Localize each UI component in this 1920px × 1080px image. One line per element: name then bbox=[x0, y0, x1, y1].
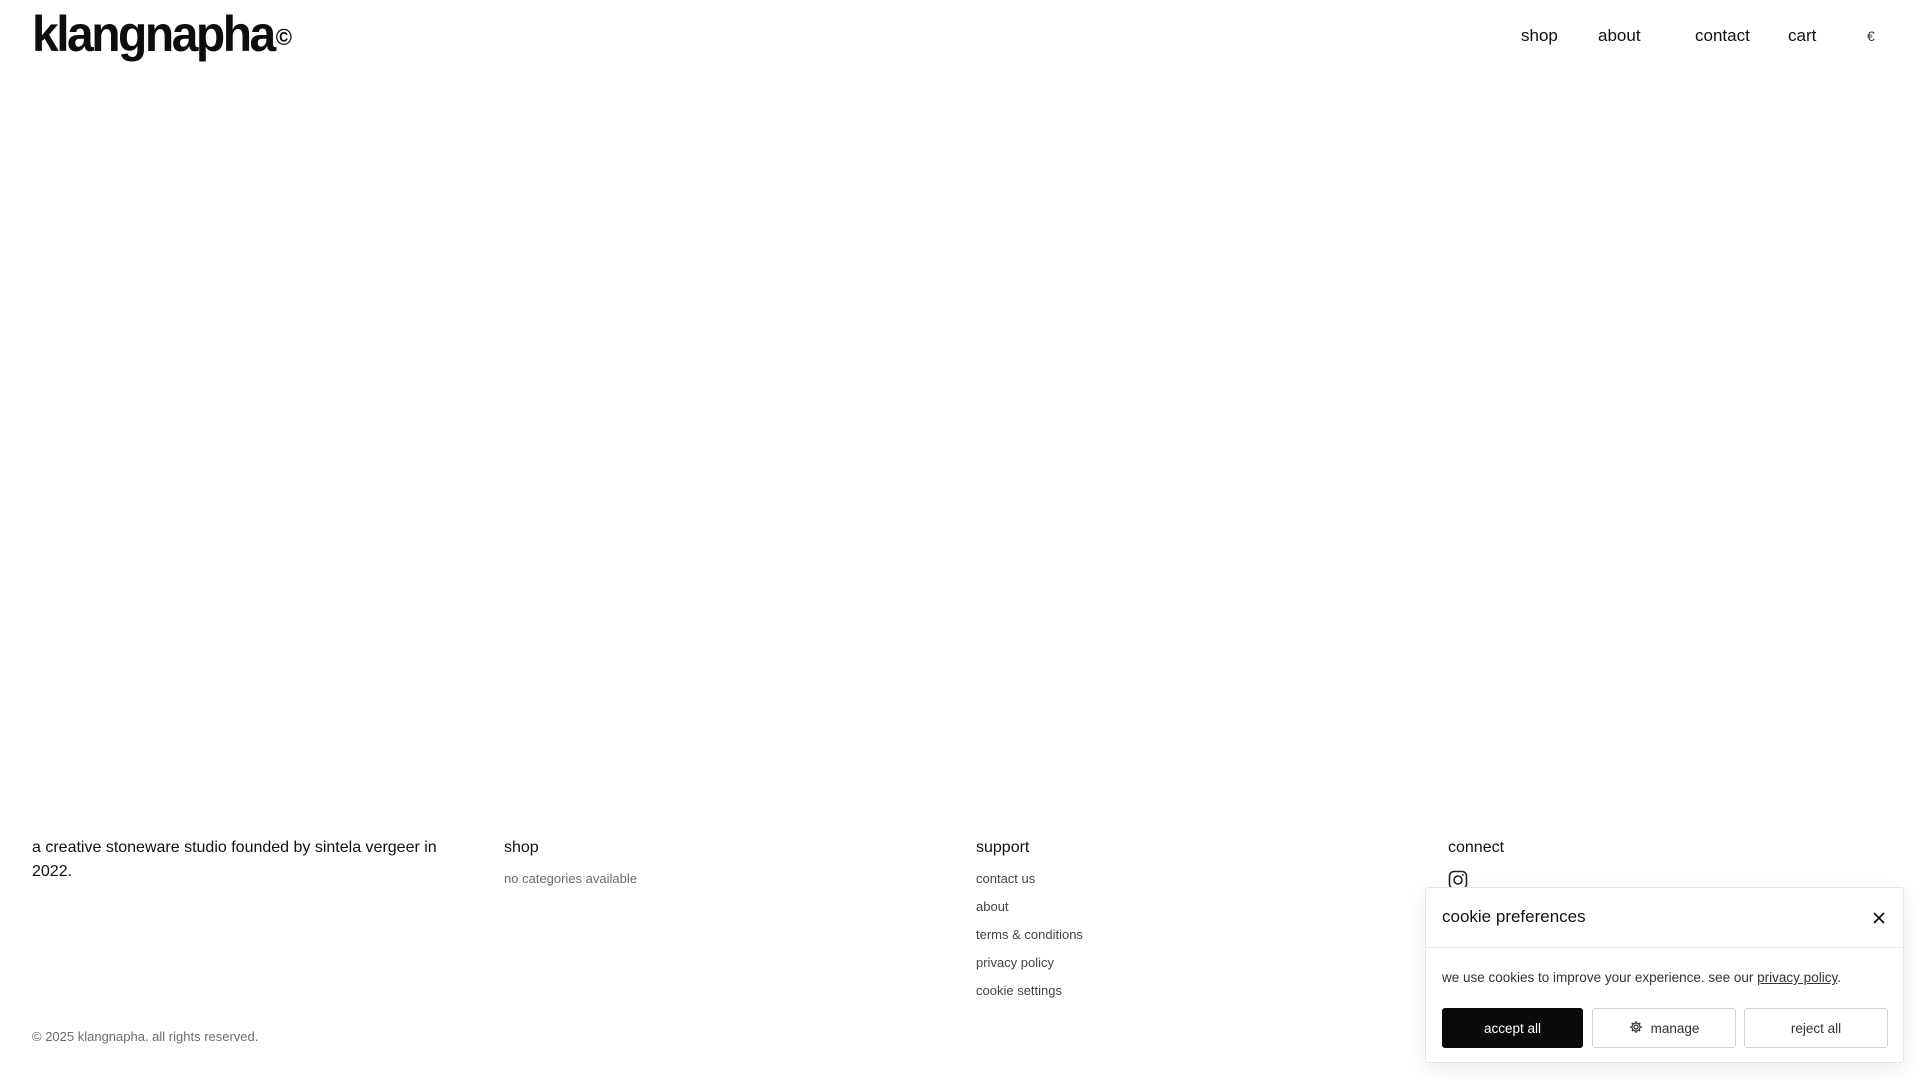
footer-link-cookie-settings[interactable]: cookie settings bbox=[976, 983, 1062, 998]
footer-support-column: support contact us about terms & conditi… bbox=[976, 836, 1083, 1010]
cookie-dialog-title: cookie preferences bbox=[1442, 907, 1586, 926]
cookie-dialog: cookie preferences we use cookies to imp… bbox=[1425, 887, 1904, 1063]
footer-link-contact-us[interactable]: contact us bbox=[976, 871, 1035, 886]
reject-all-button[interactable]: reject all bbox=[1744, 1008, 1888, 1048]
cookie-text-lead: we use cookies to improve your experienc… bbox=[1442, 970, 1758, 985]
currency-selector[interactable]: € bbox=[1867, 24, 1875, 48]
site-logo[interactable]: klangnapha© bbox=[32, 6, 292, 63]
accept-all-label: accept all bbox=[1483, 1020, 1542, 1036]
footer-about-text: a creative stoneware studio founded by s… bbox=[32, 839, 437, 880]
logo-copyright-mark: © bbox=[275, 23, 292, 50]
logo-text: klangnapha bbox=[32, 6, 276, 63]
footer-support-title: support bbox=[976, 839, 1030, 856]
footer-copyright: © 2025 klangnapha. all rights reserved. bbox=[32, 1029, 259, 1044]
list-item: privacy policy bbox=[976, 954, 1083, 982]
list-item: terms & conditions bbox=[976, 926, 1083, 954]
privacy-policy-link[interactable]: privacy policy bbox=[1757, 970, 1837, 985]
cookie-text-end: . bbox=[1837, 970, 1841, 985]
footer-shop-empty: no categories available bbox=[504, 871, 637, 886]
footer-link-privacy-policy[interactable]: privacy policy bbox=[976, 955, 1054, 970]
list-item: contact us bbox=[976, 870, 1083, 898]
footer-shop-title: shop bbox=[504, 839, 539, 856]
footer-support-links: contact us about terms & conditions priv… bbox=[976, 870, 1083, 1010]
footer-connect-title: connect bbox=[1448, 839, 1505, 856]
cookie-dialog-header: cookie preferences bbox=[1426, 888, 1903, 948]
cookie-dialog-actions: accept all manage reject all bbox=[1442, 1008, 1888, 1048]
list-item: cookie settings bbox=[976, 982, 1083, 1010]
nav-shop-link[interactable]: shop bbox=[1521, 24, 1558, 48]
reject-all-label: reject all bbox=[1790, 1020, 1842, 1036]
page: klangnapha© shop about contact cart € a … bbox=[0, 0, 1920, 1080]
nav-about-link[interactable]: about bbox=[1598, 24, 1641, 48]
gear-icon bbox=[1629, 1020, 1643, 1037]
cookie-dialog-text: we use cookies to improve your experienc… bbox=[1442, 968, 1841, 988]
manage-label: manage bbox=[1650, 1020, 1700, 1036]
site-header: klangnapha© shop about contact cart € bbox=[0, 0, 1920, 72]
footer-link-about[interactable]: about bbox=[976, 899, 1009, 914]
nav-contact-link[interactable]: contact bbox=[1695, 24, 1750, 48]
close-icon[interactable] bbox=[1869, 908, 1889, 928]
manage-button[interactable]: manage bbox=[1592, 1008, 1736, 1048]
footer-shop-column: shop no categories available bbox=[504, 836, 637, 888]
nav-cart-link[interactable]: cart bbox=[1788, 24, 1816, 48]
footer-link-terms[interactable]: terms & conditions bbox=[976, 927, 1083, 942]
list-item: about bbox=[976, 898, 1083, 926]
accept-all-button[interactable]: accept all bbox=[1442, 1008, 1583, 1048]
footer-connect-column: connect bbox=[1448, 836, 1504, 890]
